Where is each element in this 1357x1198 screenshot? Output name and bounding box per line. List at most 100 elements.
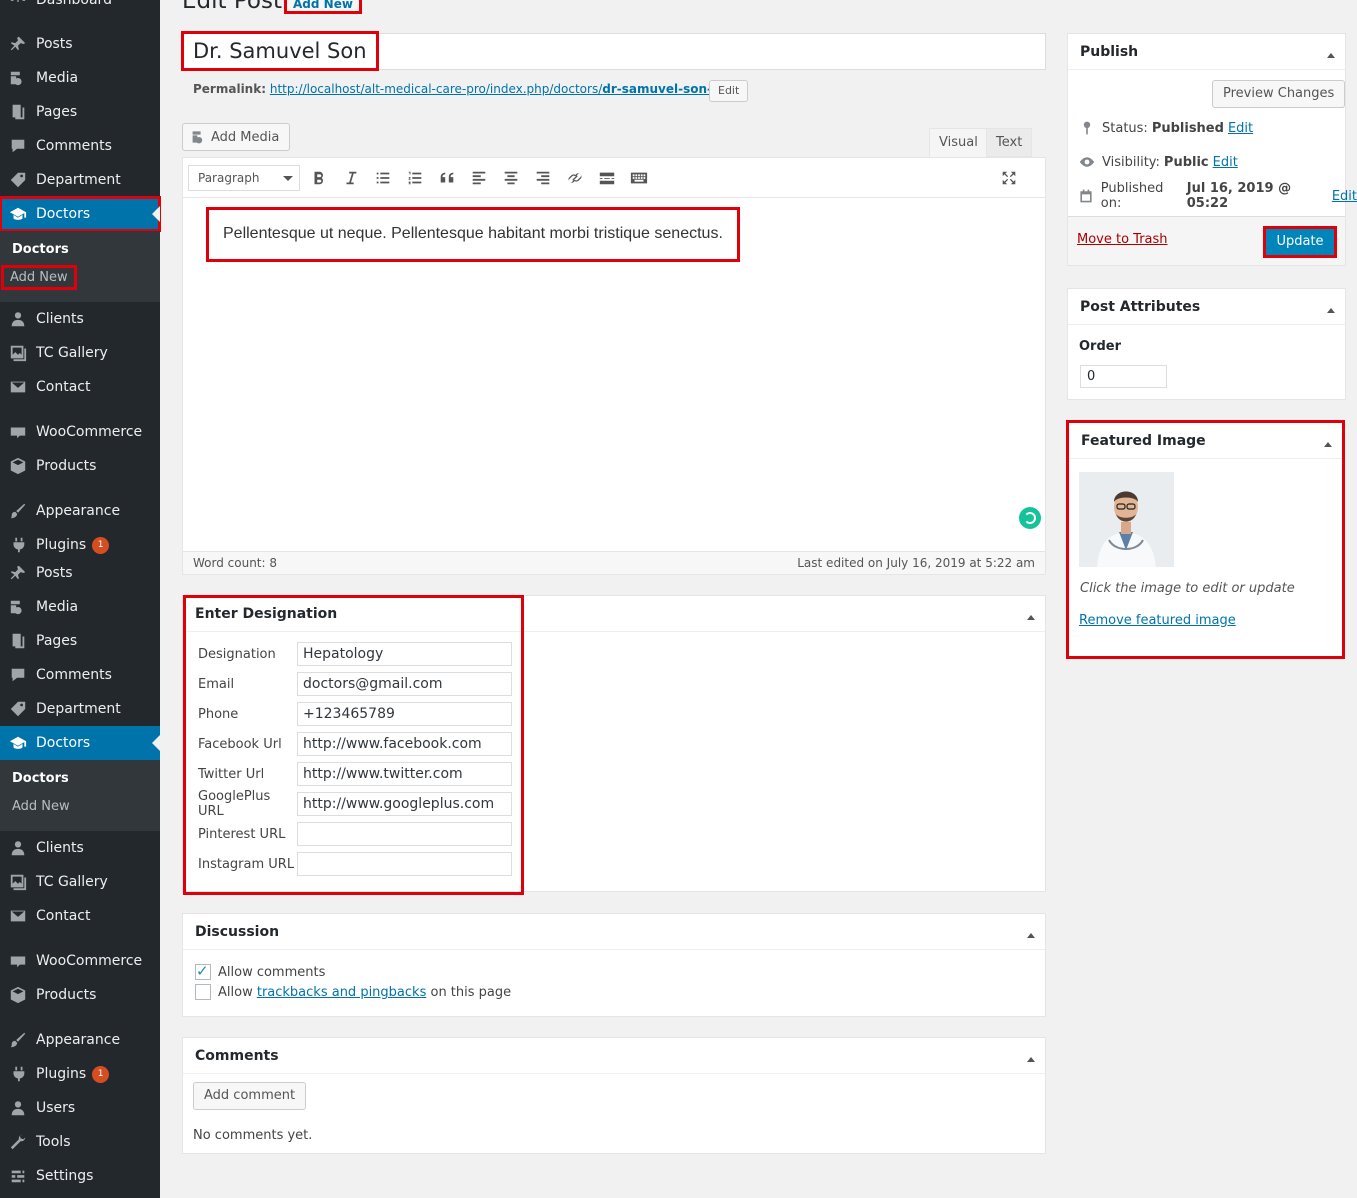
menu-label: Comments	[36, 667, 112, 683]
add-media-button[interactable]: Add Media	[182, 123, 291, 151]
menu-department[interactable]: Department	[0, 163, 160, 197]
metabox-header[interactable]: Discussion	[183, 914, 1045, 950]
align-center-button[interactable]	[499, 167, 523, 189]
menu-woocommerce-2[interactable]: WooCommerce	[0, 944, 160, 978]
menu-contact-2[interactable]: Contact	[0, 899, 160, 933]
align-left-button[interactable]	[467, 167, 491, 189]
add-new-button[interactable]: Add New	[284, 0, 362, 14]
menu-department-2[interactable]: Department	[0, 692, 160, 726]
submenu-heading[interactable]: Doctors	[12, 771, 69, 786]
metabox-header[interactable]: Featured Image	[1069, 423, 1342, 459]
pinterest-input[interactable]	[297, 822, 512, 846]
user-icon	[8, 309, 28, 329]
menu-label: Contact	[36, 908, 91, 924]
metabox-header[interactable]: Comments	[183, 1038, 1045, 1074]
menu-pages-2[interactable]: Pages	[0, 624, 160, 658]
bullet-list-button[interactable]	[371, 167, 395, 189]
collapse-arrow-icon[interactable]	[1327, 49, 1335, 58]
permalink-edit-button[interactable]: Edit	[709, 80, 749, 102]
remove-featured-image-link[interactable]: Remove featured image	[1079, 613, 1236, 628]
menu-posts-2[interactable]: Posts	[0, 556, 160, 590]
visibility-edit-link[interactable]: Edit	[1213, 155, 1238, 170]
grammarly-icon[interactable]	[1019, 507, 1041, 529]
menu-users[interactable]: Users	[0, 1091, 160, 1125]
menu-pages[interactable]: Pages	[0, 95, 160, 129]
metabox-title: Comments	[195, 1048, 279, 1064]
twitter-input[interactable]: http://www.twitter.com	[297, 762, 512, 786]
menu-tc-gallery[interactable]: TC Gallery	[0, 336, 160, 370]
menu-comments[interactable]: Comments	[0, 129, 160, 163]
collapse-arrow-icon[interactable]	[1327, 304, 1335, 313]
media-icon	[8, 597, 28, 617]
submenu-add-new[interactable]: Add New	[1, 265, 77, 290]
instagram-input[interactable]	[297, 852, 512, 876]
submenu-add-new[interactable]: Add New	[12, 799, 70, 814]
tab-text[interactable]: Text	[986, 128, 1033, 157]
trackbacks-link[interactable]: trackbacks and pingbacks	[257, 985, 427, 1000]
allow-comments-checkbox[interactable]	[195, 962, 211, 980]
permalink-slug: dr-samuvel-son-2	[602, 82, 721, 96]
toolbar-toggle-button[interactable]	[627, 167, 651, 189]
menu-dashboard[interactable]: Dashboard	[0, 0, 160, 17]
bold-button[interactable]	[307, 167, 331, 189]
published-edit-link[interactable]: Edit	[1332, 189, 1357, 204]
facebook-input[interactable]: http://www.facebook.com	[297, 732, 512, 756]
pages-icon	[8, 631, 28, 651]
allow-pings-checkbox[interactable]	[195, 984, 211, 1000]
menu-label: WooCommerce	[36, 953, 143, 969]
googleplus-input[interactable]: http://www.googleplus.com	[297, 792, 512, 816]
menu-products[interactable]: Products	[0, 449, 160, 483]
doctor-photo	[1079, 472, 1174, 567]
menu-comments-2[interactable]: Comments	[0, 658, 160, 692]
numbered-list-button[interactable]	[403, 167, 427, 189]
metabox-header[interactable]: Post Attributes	[1068, 289, 1345, 325]
email-input[interactable]: doctors@gmail.com	[297, 672, 512, 696]
collapse-arrow-icon[interactable]	[1027, 929, 1035, 938]
featured-image-thumbnail[interactable]	[1079, 472, 1174, 567]
blockquote-button[interactable]	[435, 167, 459, 189]
phone-input[interactable]: +123465789	[297, 702, 512, 726]
menu-woocommerce[interactable]: WooCommerce	[0, 415, 160, 449]
menu-settings[interactable]: Settings	[0, 1159, 160, 1193]
fullscreen-button[interactable]	[997, 167, 1021, 189]
add-comment-button[interactable]: Add comment	[193, 1082, 307, 1110]
menu-products-2[interactable]: Products	[0, 978, 160, 1012]
tab-visual[interactable]: Visual	[929, 128, 988, 157]
menu-tools[interactable]: Tools	[0, 1125, 160, 1159]
align-right-button[interactable]	[531, 167, 555, 189]
menu-media-2[interactable]: Media	[0, 590, 160, 624]
italic-button[interactable]	[339, 167, 363, 189]
menu-tc-gallery-2[interactable]: TC Gallery	[0, 865, 160, 899]
permalink-link[interactable]: http://localhost/alt-medical-care-pro/in…	[270, 82, 725, 96]
status-label: Status:	[1102, 120, 1148, 136]
read-more-button[interactable]	[595, 167, 619, 189]
graduation-cap-icon	[8, 204, 28, 224]
menu-contact[interactable]: Contact	[0, 370, 160, 404]
collapse-arrow-icon[interactable]	[1027, 1053, 1035, 1062]
menu-clients[interactable]: Clients	[0, 302, 160, 336]
order-input[interactable]: 0	[1080, 365, 1167, 388]
collapse-arrow-icon[interactable]	[1324, 438, 1332, 447]
menu-label: Appearance	[36, 503, 121, 519]
menu-plugins-2[interactable]: Plugins 1	[0, 1057, 160, 1091]
menu-label: Plugins	[36, 1066, 87, 1082]
designation-input[interactable]: Hepatology	[297, 642, 512, 666]
metabox-header[interactable]: Publish	[1068, 34, 1345, 70]
submenu-heading[interactable]: Doctors	[12, 242, 69, 257]
format-select[interactable]: Paragraph	[188, 165, 300, 191]
status-edit-link[interactable]: Edit	[1228, 121, 1253, 136]
menu-doctors-2[interactable]: Doctors	[0, 726, 160, 760]
preview-changes-button[interactable]: Preview Changes	[1212, 80, 1346, 108]
menu-clients-2[interactable]: Clients	[0, 831, 160, 865]
menu-doctors[interactable]: Doctors	[0, 196, 161, 232]
collapse-arrow-icon[interactable]	[1027, 611, 1035, 620]
post-title[interactable]: Dr. Samuvel Son	[181, 31, 379, 71]
menu-appearance[interactable]: Appearance	[0, 494, 160, 528]
update-button[interactable]: Update	[1263, 226, 1337, 258]
menu-appearance-2[interactable]: Appearance	[0, 1023, 160, 1057]
move-to-trash-link[interactable]: Move to Trash	[1077, 232, 1168, 247]
editor-content[interactable]: Pellentesque ut neque. Pellentesque habi…	[206, 207, 740, 262]
menu-media[interactable]: Media	[0, 61, 160, 95]
menu-posts[interactable]: Posts	[0, 27, 160, 61]
link-button[interactable]	[563, 167, 587, 189]
